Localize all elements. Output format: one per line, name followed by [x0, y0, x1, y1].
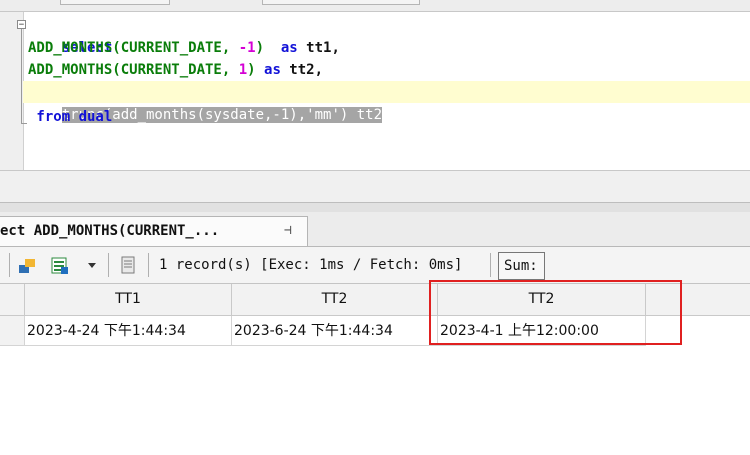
- alias-text: tt2,: [280, 62, 324, 78]
- column-header-tt1[interactable]: TT1: [25, 284, 232, 316]
- chevron-down-icon[interactable]: [86, 255, 98, 275]
- fold-line: [21, 29, 22, 124]
- document-icon[interactable]: [118, 255, 138, 275]
- import-icon[interactable]: [17, 255, 37, 275]
- fold-toggle-icon[interactable]: −: [17, 20, 26, 30]
- editor-tab-right[interactable]: [262, 0, 420, 5]
- sum-label: Sum:: [504, 258, 538, 274]
- toolbar-separator: [490, 253, 491, 277]
- top-tab-strip: [0, 0, 750, 12]
- column-header-tt2[interactable]: TT2: [232, 284, 438, 316]
- sum-field: Sum:: [498, 252, 545, 280]
- result-tab[interactable]: ect ADD_MONTHS(CURRENT_... ⊣: [0, 216, 308, 246]
- sql-line-4[interactable]: trunc(add_months(sysdate,-1),'mm') tt2: [28, 82, 383, 123]
- fold-end: [21, 123, 27, 124]
- number-literal: 1: [238, 62, 248, 78]
- editor-tab-left[interactable]: [60, 0, 170, 5]
- result-tab-bar: ect ADD_MONTHS(CURRENT_... ⊣: [0, 212, 750, 247]
- keyword-as: as: [280, 40, 298, 56]
- query-status: 1 record(s) [Exec: 1ms / Fetch: 0ms]: [159, 257, 463, 273]
- result-toolbar: 1 record(s) [Exec: 1ms / Fetch: 0ms] Sum…: [0, 247, 750, 284]
- function-close: ): [247, 62, 265, 78]
- function-close: ): [255, 40, 281, 56]
- result-tab-label: ect ADD_MONTHS(CURRENT_...: [0, 223, 220, 239]
- toolbar-separator: [9, 253, 10, 277]
- toolbar-separator: [148, 253, 149, 277]
- function-call: ADD_MONTHS(CURRENT_DATE,: [28, 62, 239, 78]
- pin-icon[interactable]: ⊣: [284, 222, 302, 240]
- cell-tt1[interactable]: 2023-4-24 下午1:44:34: [25, 316, 232, 346]
- annotation-highlight-box: [429, 280, 682, 345]
- number-literal: -1: [238, 40, 256, 56]
- row-header-corner: [0, 284, 25, 316]
- sql-line-2[interactable]: ADD_MONTHS(CURRENT_DATE, -1) as tt1,: [28, 37, 340, 59]
- row-indicator[interactable]: [0, 316, 25, 346]
- export-excel-icon[interactable]: [50, 255, 70, 275]
- cell-tt2[interactable]: 2023-6-24 下午1:44:34: [232, 316, 438, 346]
- sql-line-5[interactable]: from dual: [28, 106, 112, 128]
- sql-line-1[interactable]: select: [28, 15, 113, 56]
- sql-line-3[interactable]: ADD_MONTHS(CURRENT_DATE, 1) as tt2,: [28, 59, 323, 81]
- editor-bottom-panel: [0, 170, 750, 203]
- toolbar-separator: [108, 253, 109, 277]
- keyword-as: as: [264, 62, 281, 78]
- function-call: ADD_MONTHS(CURRENT_DATE,: [28, 40, 239, 56]
- sql-editor[interactable]: − select ADD_MONTHS(CURRENT_DATE, -1) as…: [0, 12, 750, 170]
- alias-text: tt1,: [297, 40, 340, 56]
